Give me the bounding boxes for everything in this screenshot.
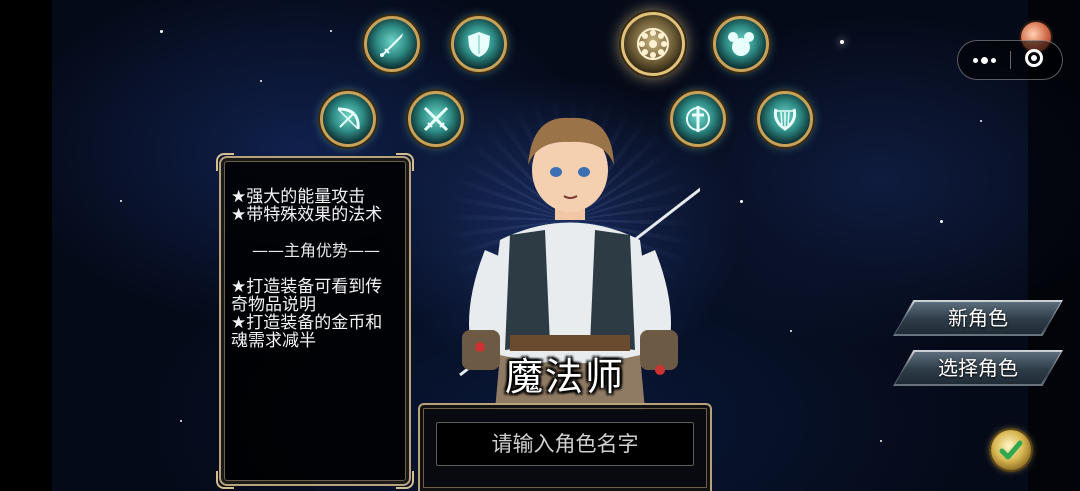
confirm-button[interactable]: [991, 430, 1031, 470]
star: [180, 420, 182, 422]
lyre-icon: [773, 108, 797, 131]
bow-icon: [337, 107, 360, 130]
star: [740, 200, 743, 203]
capsule-divider: [1010, 51, 1011, 69]
star: [790, 330, 792, 332]
more-dot-icon: [981, 57, 988, 64]
star: [980, 120, 982, 122]
class-icon-magic-selected[interactable]: [621, 12, 685, 76]
class-info-panel: ★强大的能量攻击 ★带特殊效果的法术 ——主角优势—— ★打造装备可看到传 奇物…: [216, 153, 414, 489]
star: [840, 40, 844, 44]
star: [880, 440, 882, 442]
star: [160, 30, 163, 33]
trait-line: ★强大的能量攻击: [231, 187, 366, 207]
advantages-section-title: ——主角优势——: [251, 241, 380, 260]
panel-corner-ornament: [216, 471, 234, 489]
role-name-input[interactable]: [436, 422, 694, 466]
sword-icon: [380, 33, 403, 57]
star: [940, 220, 943, 223]
advantage-line: ★打造装备的金币和: [231, 313, 383, 333]
class-icon-sword[interactable]: [364, 16, 420, 72]
class-icon-bow[interactable]: [320, 91, 376, 147]
new-role-button[interactable]: 新角色: [893, 300, 1063, 336]
panel-corner-ornament: [216, 153, 234, 171]
star: [260, 80, 262, 82]
more-dot-icon: [991, 58, 996, 63]
new-role-label: 新角色: [948, 306, 1008, 330]
class-icon-lyre[interactable]: [757, 91, 813, 147]
advantage-line: ★打造装备可看到传: [231, 277, 383, 297]
class-name-title: 魔法师: [504, 355, 625, 399]
panel-corner-ornament: [396, 471, 414, 489]
panel-corner-ornament: [396, 153, 414, 171]
more-dot-icon: [973, 58, 978, 63]
advantage-line: 奇物品说明: [231, 295, 316, 315]
magic-wheel-icon: [637, 28, 669, 60]
bubbles-icon: [728, 32, 754, 56]
class-icon-shield[interactable]: [451, 16, 507, 72]
close-dot-icon: [1031, 55, 1037, 61]
close-mini-program-button[interactable]: [1012, 41, 1062, 79]
class-icon-bubbles[interactable]: [713, 16, 769, 72]
star: [120, 200, 122, 202]
select-role-button[interactable]: 选择角色: [893, 350, 1063, 386]
select-role-label: 选择角色: [938, 356, 1018, 380]
more-options-button[interactable]: [958, 41, 1010, 79]
shield-icon: [468, 32, 490, 57]
left-letterbox: [0, 0, 52, 491]
mini-program-capsule: [957, 40, 1063, 80]
advantage-line: 魂需求减半: [231, 331, 316, 351]
star: [330, 30, 332, 32]
trait-line: ★带特殊效果的法术: [231, 205, 383, 225]
checkmark-icon: [999, 440, 1023, 460]
